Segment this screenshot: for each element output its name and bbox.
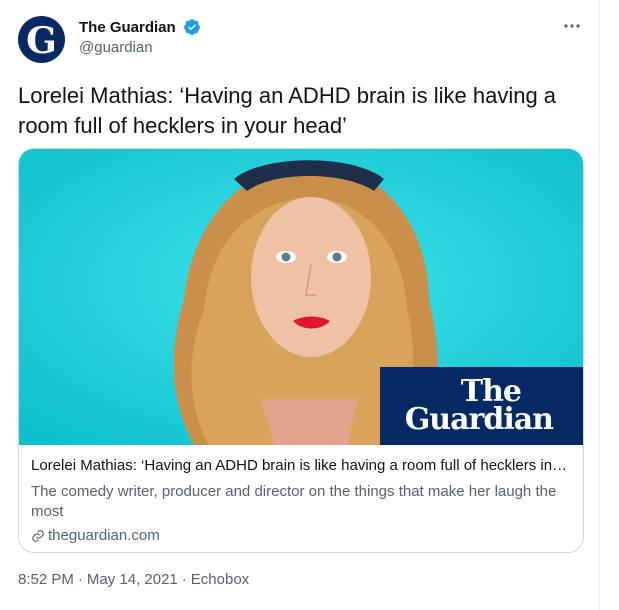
card-body: Lorelei Mathias: ‘Having an ADHD brain i… — [31, 456, 571, 546]
guardian-logo: The Guardian — [380, 367, 583, 445]
tweet-date[interactable]: May 14, 2021 — [87, 570, 178, 590]
separator-dot-2: · — [181, 571, 187, 588]
verified-badge-icon — [184, 19, 201, 35]
tweet-source[interactable]: Echobox — [191, 570, 249, 590]
tweet-header: G The Guardian @guardian — [18, 16, 588, 64]
account-name-block: The Guardian @guardian — [79, 18, 201, 56]
link-icon — [32, 530, 44, 542]
avatar[interactable]: G — [18, 16, 65, 63]
card-domain: theguardian.com — [31, 526, 571, 546]
separator-dot: · — [77, 571, 83, 588]
display-name[interactable]: The Guardian — [79, 19, 176, 36]
logo-line-guardian: Guardian — [404, 402, 554, 437]
tweet-time[interactable]: 8:52 PM — [18, 570, 74, 590]
more-options-icon[interactable] — [562, 20, 582, 32]
card-image[interactable]: The Guardian — [19, 149, 583, 445]
tweet-metadata: 8:52 PM · May 14, 2021 · Echobox — [18, 570, 249, 590]
card-description: The comedy writer, producer and director… — [31, 483, 557, 520]
link-card[interactable]: The Guardian Lorelei Mathias: ‘Having an… — [18, 148, 584, 553]
tweet-text: Lorelei Mathias: ‘Having an ADHD brain i… — [18, 83, 557, 138]
card-title: Lorelei Mathias: ‘Having an ADHD brain i… — [31, 457, 571, 474]
tweet: G The Guardian @guardian Lorelei Mathias… — [0, 0, 600, 610]
avatar-letter: G — [26, 19, 57, 62]
card-domain-text: theguardian.com — [48, 527, 160, 544]
handle[interactable]: @guardian — [79, 39, 201, 56]
